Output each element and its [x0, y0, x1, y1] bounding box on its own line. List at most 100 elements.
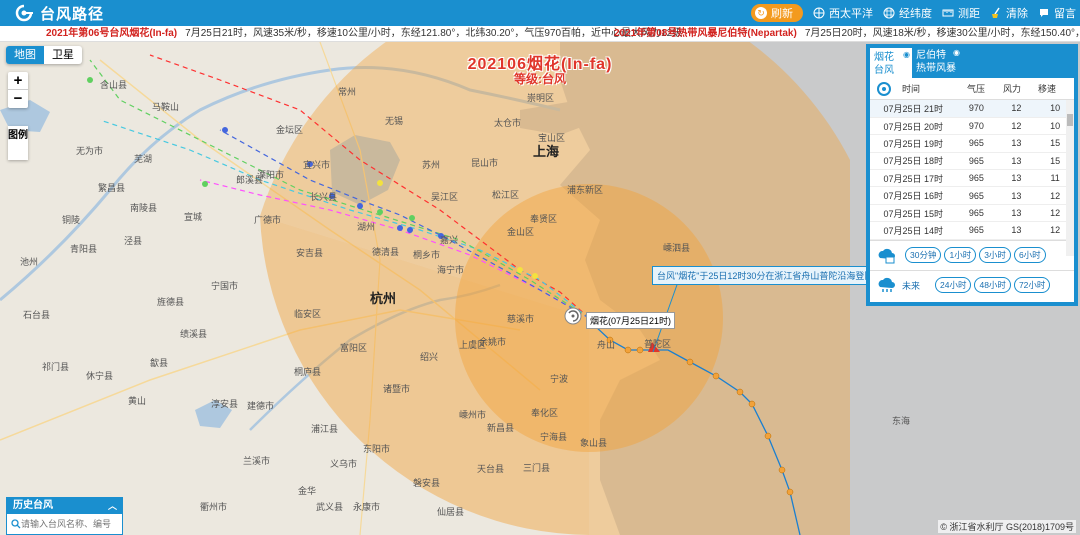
- tool-label: 经纬度: [899, 8, 932, 20]
- forecast-point[interactable]: [377, 209, 383, 215]
- forecast-point[interactable]: [222, 127, 228, 133]
- table-row[interactable]: 07月25日 14时 965 13 12: [870, 221, 1074, 240]
- tool-latlon[interactable]: 经纬度: [883, 5, 932, 21]
- track-point[interactable]: [736, 388, 744, 396]
- ticker-text: 7月25日21时，风速35米/秒，移速10公里/小时，东经121.80°，北纬3…: [185, 28, 683, 39]
- tool-measure[interactable]: 测距: [942, 5, 980, 21]
- future-72h-button[interactable]: 72小时: [1013, 277, 1051, 294]
- cell-wind: 13: [996, 221, 1037, 240]
- forecast-point[interactable]: [532, 273, 538, 279]
- tool-label: 留言: [1054, 8, 1076, 20]
- history-search-input[interactable]: [21, 519, 117, 529]
- cell-pressure: 965: [956, 221, 997, 240]
- refresh-icon: ↻: [755, 7, 767, 19]
- place-label: 石台县: [23, 309, 50, 320]
- forecast-point[interactable]: [87, 77, 93, 83]
- cell-time: 07月25日 14时: [870, 221, 957, 240]
- cell-time: 07月25日 20时: [870, 117, 957, 136]
- place-label: 昆山市: [471, 157, 498, 168]
- legend-button[interactable]: 图例: [8, 126, 28, 160]
- close-icon[interactable]: ◉: [903, 48, 910, 61]
- scrollbar-thumb[interactable]: [1067, 114, 1073, 126]
- track-table-scroll[interactable]: 07月25日 21时 970 12 10 07月25日 20时 970 12 10 07月25日…: [870, 100, 1074, 256]
- column-header-time: 时间: [902, 84, 921, 94]
- place-label: 普陀区: [644, 338, 671, 349]
- copyright-notice: © 浙江省水利厅 GS(2018)1709号: [938, 520, 1076, 533]
- table-row[interactable]: 07月25日 19时 965 13 15: [870, 134, 1074, 153]
- tab-map[interactable]: 地图: [6, 46, 44, 64]
- history-header[interactable]: 历史台风 ︿: [7, 498, 122, 514]
- place-label: 长兴县: [310, 191, 337, 202]
- scrollbar[interactable]: [1066, 100, 1074, 256]
- track-point[interactable]: [686, 358, 694, 366]
- table-row[interactable]: 07月25日 21时 970 12 10: [870, 100, 1074, 118]
- forecast-point[interactable]: [397, 225, 403, 231]
- tab-infa[interactable]: ◉ 烟花 台风: [870, 46, 912, 78]
- forecast-point[interactable]: [377, 180, 383, 186]
- zoom-in-button[interactable]: +: [8, 72, 28, 90]
- place-label: 桐庐县: [294, 366, 321, 377]
- forecast-point[interactable]: [357, 203, 363, 209]
- track-point[interactable]: [764, 432, 772, 440]
- track-point[interactable]: [712, 372, 720, 380]
- ticker-item[interactable]: 2021年第06号台风烟花(In-fa) 7月25日21时，风速35米/秒，移速1…: [46, 26, 683, 41]
- chevron-up-icon[interactable]: ︿: [108, 498, 117, 514]
- future-row: 未来 24小时 48小时 72小时: [870, 269, 1074, 300]
- track-point[interactable]: [624, 346, 632, 354]
- cell-wind: 13: [996, 186, 1037, 205]
- tool-clear[interactable]: 清除: [990, 5, 1028, 21]
- tool-label: 测距: [958, 8, 980, 20]
- radar-30min-button[interactable]: 30分钟: [905, 247, 942, 264]
- future-24h-button[interactable]: 24小时: [935, 277, 972, 294]
- future-48h-button[interactable]: 48小时: [974, 277, 1011, 294]
- place-label: 休宁县: [86, 370, 113, 381]
- place-label: 嘉兴: [440, 234, 458, 245]
- landfall-note: 台风"烟花"于25日12时30分在浙江省舟山普陀沿海登陆: [652, 266, 879, 285]
- tool-message[interactable]: 留言: [1038, 5, 1076, 21]
- place-label: 建德市: [247, 400, 274, 411]
- place-label: 池州: [20, 256, 38, 267]
- place-label: 象山县: [580, 437, 607, 448]
- broom-icon: [992, 7, 1000, 18]
- track-point[interactable]: [748, 400, 756, 408]
- zoom-control: + −: [8, 72, 28, 108]
- forecast-point[interactable]: [407, 227, 413, 233]
- table-row[interactable]: 07月25日 16时 965 13 12: [870, 186, 1074, 205]
- radar-1h-button[interactable]: 1小时: [944, 247, 977, 264]
- ticker-item[interactable]: 2021年第08号热带风暴尼伯特(Nepartak) 7月25日20时，风速18米…: [614, 26, 1080, 41]
- track-point[interactable]: [786, 488, 794, 496]
- place-label: 临安区: [294, 308, 321, 319]
- cell-time: 07月25日 16时: [870, 186, 957, 205]
- column-header-wind: 风力: [1002, 84, 1021, 94]
- place-label: 舟山: [597, 339, 615, 350]
- ticker-text: 7月25日20时，风速18米/秒，移速30公里/小时，东经150.40°，北纬3…: [804, 28, 1080, 39]
- typhoon-ticker: 2021年第06号台风烟花(In-fa) 7月25日21时，风速35米/秒，移速1…: [0, 26, 1080, 42]
- place-label: 奉化区: [531, 407, 558, 418]
- place-label: 奉贤区: [530, 213, 557, 224]
- place-label: 南陵县: [130, 202, 157, 213]
- radar-3h-button[interactable]: 3小时: [979, 247, 1011, 264]
- forecast-point[interactable]: [409, 215, 415, 221]
- track-point[interactable]: [636, 346, 644, 354]
- tab-satellite[interactable]: 卫星: [44, 46, 82, 64]
- forecast-point[interactable]: [202, 181, 208, 187]
- tool-west-pacific[interactable]: 西太平洋: [813, 5, 873, 21]
- close-icon[interactable]: ◉: [953, 46, 960, 59]
- table-row[interactable]: 07月25日 20时 970 12 10: [870, 117, 1074, 136]
- refresh-button[interactable]: ↻ 刷新: [751, 4, 803, 22]
- place-label: 吴江区: [431, 192, 458, 202]
- typhoon-current-icon[interactable]: [564, 307, 582, 325]
- track-point[interactable]: [778, 466, 786, 474]
- search-icon: [11, 519, 21, 529]
- place-label: 含山县: [100, 79, 127, 90]
- forecast-point[interactable]: [517, 267, 523, 273]
- table-row[interactable]: 07月25日 18时 965 13 15: [870, 152, 1074, 171]
- place-label: 铜陵: [62, 214, 80, 225]
- radar-6h-button[interactable]: 6小时: [1013, 247, 1046, 264]
- history-search: [7, 514, 122, 534]
- tab-nepartak[interactable]: ◉ 尼伯特 热带风暴: [912, 46, 962, 78]
- table-row[interactable]: 07月25日 17时 965 13 11: [870, 169, 1074, 188]
- cell-pressure: 965: [956, 186, 997, 205]
- table-row[interactable]: 07月25日 15时 965 13 12: [870, 204, 1074, 223]
- zoom-out-button[interactable]: −: [8, 90, 28, 108]
